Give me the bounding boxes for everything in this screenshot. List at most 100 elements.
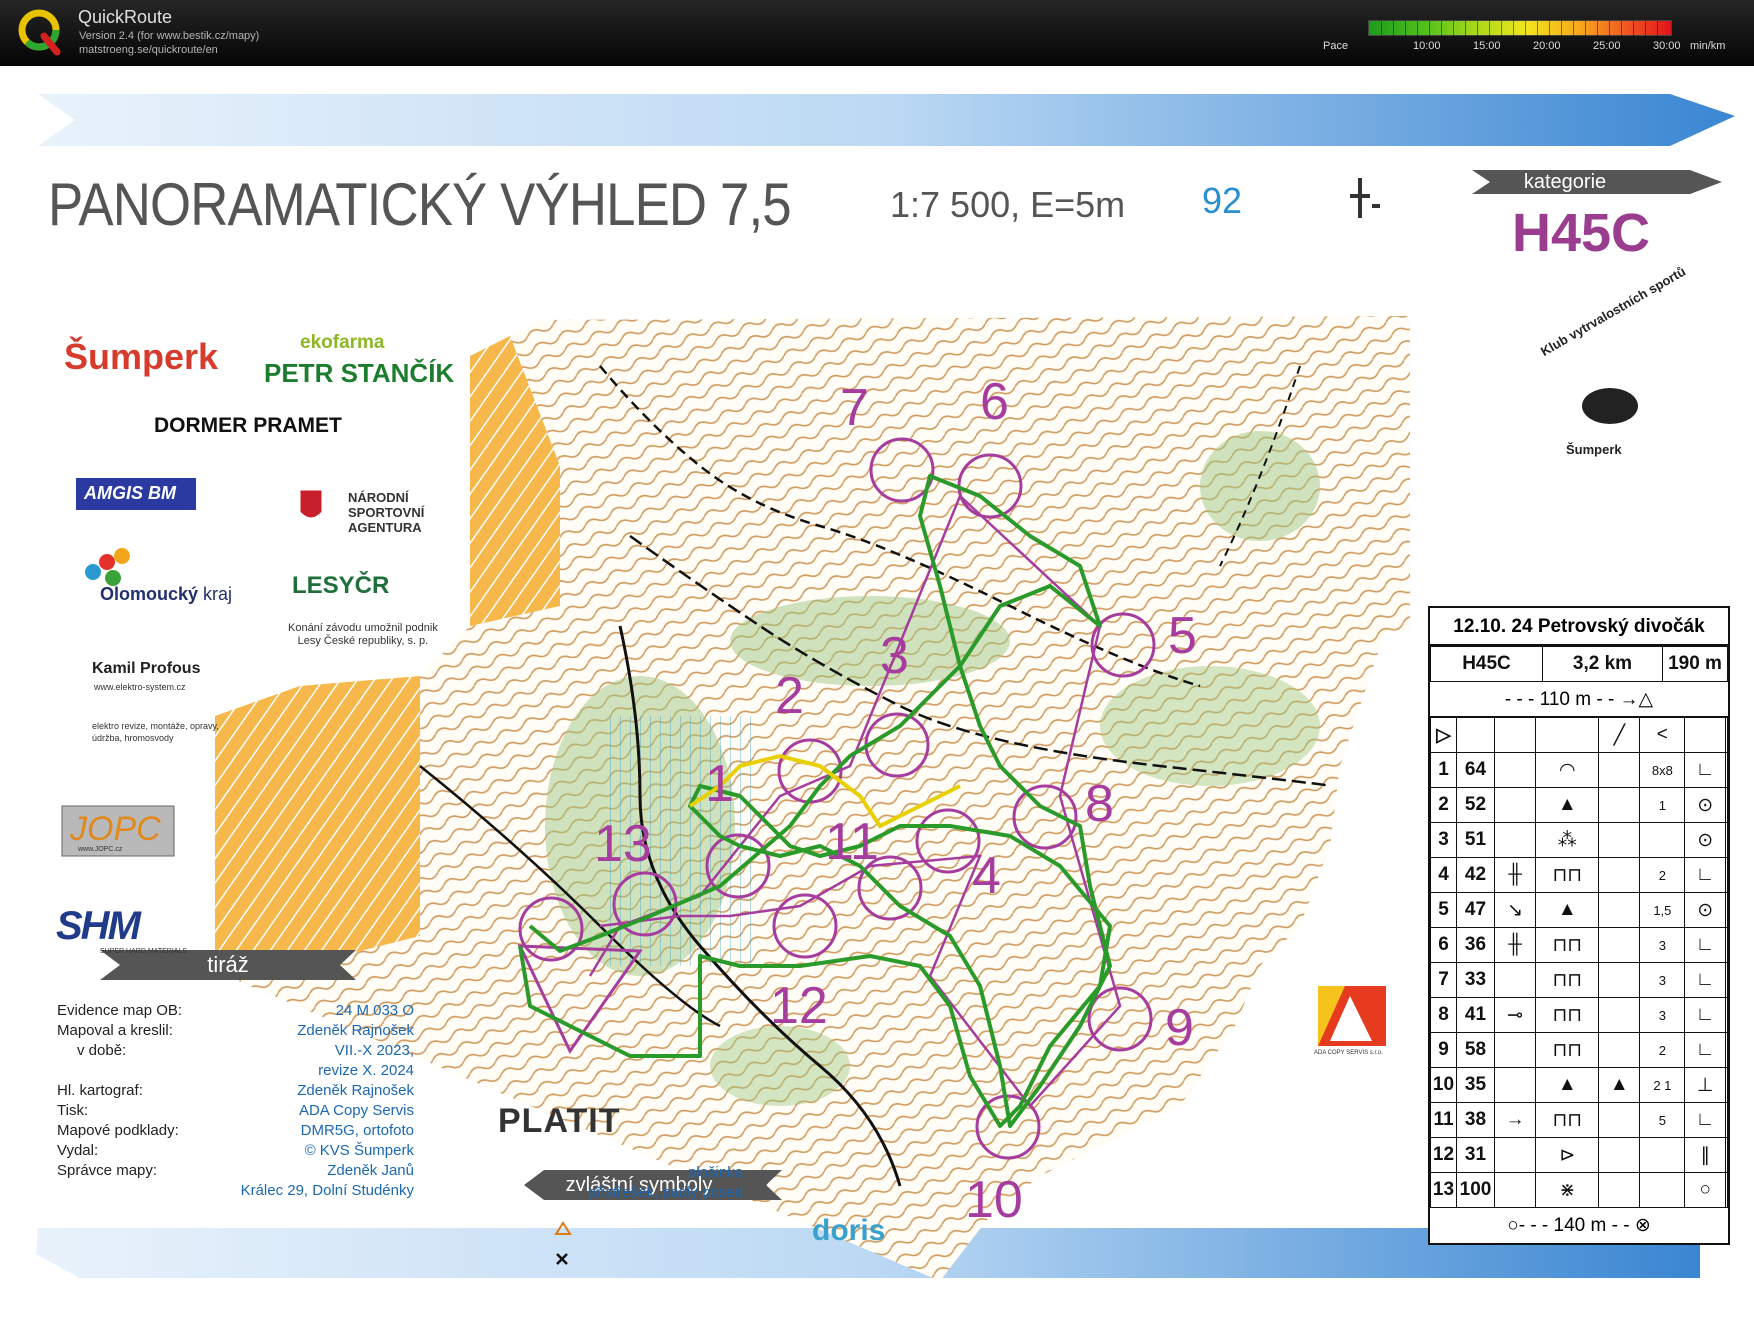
control-location: ∟: [1684, 1032, 1726, 1068]
control-col-d: ╫: [1493, 927, 1537, 963]
control-col-d: [1493, 962, 1537, 998]
control-seq: 9: [1430, 1032, 1457, 1068]
control-col-f: [1598, 857, 1641, 893]
control-number: 5: [1168, 607, 1197, 665]
map-title: PANORAMATICKÝ VÝHLED 7,5: [48, 171, 792, 238]
imprint-value: DMR5G, ortofoto: [300, 1122, 414, 1139]
jopc-logo: JOPC: [70, 810, 161, 848]
control-row: 7 33 ⊓⊓ 3 ∟: [1430, 962, 1729, 998]
control-extra: [1724, 1137, 1729, 1173]
imprint-value: VII.-X 2023,: [334, 1042, 414, 1059]
control-code: 38: [1456, 1102, 1495, 1138]
kraj-text: kraj: [203, 584, 233, 604]
nsa-emblem: [299, 489, 323, 519]
control-dimension: [1639, 822, 1686, 858]
control-col-d: [1493, 787, 1537, 823]
map-number: 92: [1202, 180, 1243, 221]
control-col-d: ⊸: [1493, 997, 1537, 1033]
dormer-text: DORMER: [154, 414, 248, 437]
control-col-f: [1598, 787, 1641, 823]
ch-emblem: [1350, 178, 1380, 218]
boar-icon: [1582, 388, 1638, 424]
control-dimension: 3: [1639, 927, 1686, 963]
control-location: ∟: [1684, 927, 1726, 963]
pace-label: Pace: [1323, 40, 1349, 52]
control-extra: [1724, 787, 1729, 823]
control-number: 9: [1165, 999, 1194, 1057]
app-url[interactable]: matstroeng.se/quickroute/en: [79, 44, 218, 56]
pace-tick: 25:00: [1593, 40, 1621, 52]
control-seq: 4: [1430, 857, 1457, 893]
special-symbol-label: přístřešek, padlý posed: [588, 1184, 744, 1201]
control-extra: [1724, 1032, 1729, 1068]
control-extra: [1724, 927, 1729, 963]
control-location: ∟: [1684, 997, 1726, 1033]
course-climb: 190 m: [1662, 646, 1728, 682]
nsa-line: AGENTURA: [348, 520, 422, 535]
control-col-d: [1493, 1172, 1537, 1208]
control-col-e: ⊳: [1535, 1137, 1600, 1173]
control-col-e: ◠: [1535, 752, 1600, 788]
event-name: 12.10. 24 Petrovský divočák: [1430, 608, 1728, 646]
control-dimension: 2: [1639, 857, 1686, 893]
control-extra: [1724, 752, 1729, 788]
sumperk-logo: Šumperk: [64, 336, 219, 377]
control-seq: 5: [1430, 892, 1457, 928]
course-category: H45C: [1430, 646, 1543, 682]
control-col-f: [1598, 962, 1641, 998]
control-number: 2: [775, 667, 804, 725]
control-number: 10: [965, 1171, 1023, 1229]
category-label: kategorie: [1523, 171, 1607, 193]
control-dimension: 8x8: [1639, 752, 1686, 788]
kamil-web: www.elektro-system.cz: [94, 682, 186, 692]
control-col-d: [1493, 1032, 1537, 1068]
control-number: 11: [825, 813, 879, 871]
control-location: ∟: [1684, 857, 1726, 893]
start-leg: - - - 110 m - - →△: [1430, 682, 1728, 717]
pace-tick: 15:00: [1473, 40, 1501, 52]
control-row: 9 58 ⊓⊓ 2 ∟: [1430, 1032, 1729, 1068]
column-header-row: ▷ ╱ <: [1430, 717, 1729, 753]
control-col-d: ╫: [1493, 857, 1537, 893]
imprint-key: Mapové podklady:: [57, 1122, 179, 1139]
control-seq: 6: [1430, 927, 1457, 963]
special-symbol-label: plošinka: [688, 1164, 744, 1181]
control-col-d: [1493, 822, 1537, 858]
imprint-key: Správce mapy:: [57, 1162, 158, 1179]
control-col-e: ⊓⊓: [1535, 1102, 1600, 1138]
control-dimension: [1639, 1137, 1686, 1173]
control-number: 6: [980, 373, 1009, 431]
map-sheet[interactable]: PANORAMATICKÝ VÝHLED 7,5 1:7 500, E=5m 9…: [0, 66, 1754, 1317]
control-description-sheet: 12.10. 24 Petrovský divočák H45C 3,2 km …: [1428, 606, 1730, 1245]
control-row: 4 42 ╫ ⊓⊓ 2 ∟: [1430, 857, 1729, 893]
control-col-f: [1598, 1137, 1641, 1173]
jopc-web: www.JOPC.cz: [78, 846, 123, 853]
imprint-value: 24 M 033 O: [335, 1002, 414, 1019]
control-col-e: ⊓⊓: [1535, 927, 1600, 963]
finish-leg: ○- - - 140 m - - ⊗: [1507, 1215, 1651, 1236]
control-extra: [1724, 857, 1729, 893]
imprint-key: Tisk:: [57, 1102, 89, 1119]
app-header: QuickRoute Version 2.4 (for www.bestik.c…: [0, 0, 1754, 66]
kamil-desc-line: údržba, hromosvody: [92, 733, 174, 743]
start-triangle-icon: ▷: [1430, 717, 1457, 753]
control-col-e: ▲: [1535, 1067, 1600, 1103]
platit-logo: PLATIT: [498, 1102, 621, 1140]
control-number: 12: [770, 977, 828, 1035]
control-dimension: [1639, 1172, 1686, 1208]
control-table: ▷ ╱ < 1 64 ◠ 8x8 ∟ 2 52 ▲ 1 ⊙ 3 51 ⁂ ⊙ 4 42 ╫ ⊓⊓ 2 ∟ 5 47 ↘ ▲ 1,5 ⊙…: [1430, 717, 1729, 1208]
kamil-desc-line: elektro revize, montáže, opravy,: [92, 721, 219, 731]
control-extra: [1724, 1172, 1729, 1208]
control-code: 35: [1456, 1067, 1495, 1103]
control-location: ∥: [1684, 1137, 1726, 1173]
pace-unit: min/km: [1690, 40, 1726, 52]
control-code: 52: [1456, 787, 1495, 823]
control-col-e: ⊓⊓: [1535, 1032, 1600, 1068]
control-number: 13: [594, 815, 652, 873]
stancik-logo: PETR STANČÍK: [264, 358, 455, 388]
control-dimension: 3: [1639, 962, 1686, 998]
control-col-e: ⋇: [1535, 1172, 1600, 1208]
control-extra: [1724, 1102, 1729, 1138]
app-title: QuickRoute: [78, 7, 173, 27]
control-row: 3 51 ⁂ ⊙: [1430, 822, 1729, 858]
